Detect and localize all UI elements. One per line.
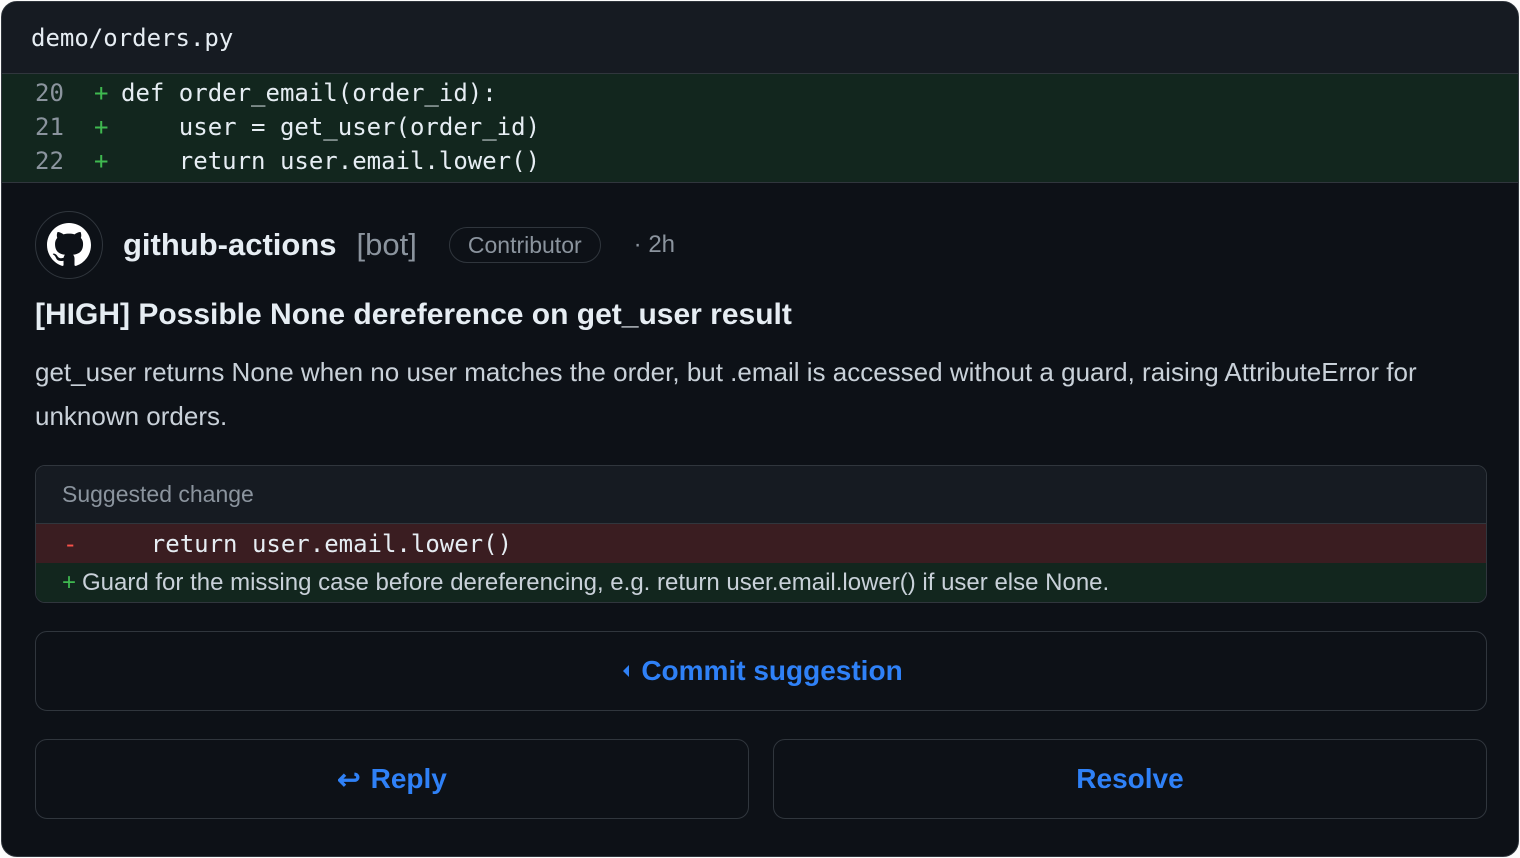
bot-tag: [bot] <box>356 227 417 262</box>
resolve-button[interactable]: Resolve <box>773 739 1487 819</box>
line-number[interactable]: 20 <box>2 79 94 107</box>
commit-suggestion-label: Commit suggestion <box>641 655 903 686</box>
suggested-change-header: Suggested change <box>36 466 1486 524</box>
added-line: + Guard for the missing case before dere… <box>36 563 1486 602</box>
comment-body: get_user returns None when no user match… <box>35 357 1417 431</box>
added-sign: + <box>94 79 109 107</box>
commit-icon <box>619 662 631 680</box>
removed-code: return user.email.lower() <box>93 529 513 558</box>
diff-line: 21 + user = get_user(order_id) <box>2 110 1518 144</box>
file-path[interactable]: demo/orders.py <box>31 24 233 52</box>
author-name[interactable]: github-actions <box>123 227 337 263</box>
resolve-label: Resolve <box>1076 763 1184 794</box>
role-badge: Contributor <box>448 227 601 263</box>
added-sign: + <box>62 568 77 596</box>
avatar[interactable] <box>35 211 103 279</box>
github-mark-icon <box>47 223 91 266</box>
comment-header: github-actions [bot] Contributor · 2h <box>35 211 675 279</box>
code-text: def order_email(order_id): <box>121 79 497 107</box>
commit-suggestion-button[interactable]: Commit suggestion <box>35 631 1487 711</box>
code-text: user = get_user(order_id) <box>121 113 541 141</box>
diff-line: 22 + return user.email.lower() <box>2 144 1518 178</box>
removed-sign: - <box>63 529 78 558</box>
added-sign: + <box>94 113 109 141</box>
suggested-change-box: Suggested change - return user.email.low… <box>35 465 1487 603</box>
line-number[interactable]: 22 <box>2 147 94 175</box>
review-comment-card: demo/orders.py 20 + def order_email(orde… <box>1 1 1519 857</box>
comment-title: [HIGH] Possible None dereference on get_… <box>35 298 792 331</box>
diff-code-block: 20 + def order_email(order_id): 21 + use… <box>2 74 1518 183</box>
added-sign: + <box>94 147 109 175</box>
reply-label: Reply <box>370 763 447 794</box>
line-number[interactable]: 21 <box>2 113 94 141</box>
file-path-header: demo/orders.py <box>2 2 1518 74</box>
comment-timestamp[interactable]: · 2h <box>634 231 675 259</box>
code-text: return user.email.lower() <box>121 147 541 175</box>
added-text: Guard for the missing case before derefe… <box>82 568 1110 596</box>
reply-icon: ↩ <box>337 763 361 795</box>
diff-line: 20 + def order_email(order_id): <box>2 76 1518 110</box>
reply-button[interactable]: ↩ Reply <box>35 739 749 819</box>
removed-line: - return user.email.lower() <box>36 524 1486 563</box>
